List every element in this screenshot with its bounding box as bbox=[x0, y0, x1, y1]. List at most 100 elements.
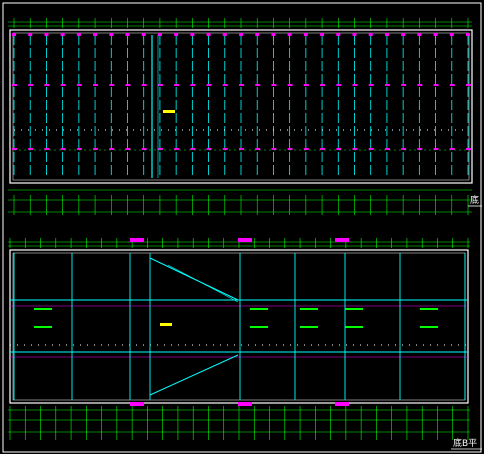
lower-tag-bottom bbox=[130, 402, 144, 406]
upper-column-tag-top bbox=[28, 33, 33, 36]
upper-column-tag-low bbox=[222, 148, 228, 150]
upper-column-tag-low bbox=[336, 148, 342, 150]
upper-column-tag-top bbox=[239, 33, 243, 36]
upper-column-tag-top bbox=[76, 33, 81, 36]
upper-column-tag-top bbox=[320, 33, 325, 36]
upper-column-tag-mid bbox=[255, 84, 261, 86]
upper-plan-title: 底 bbox=[470, 194, 479, 206]
upper-column-tag-top bbox=[368, 33, 373, 36]
upper-column-tag-mid bbox=[320, 84, 326, 86]
upper-column-tag-mid bbox=[28, 84, 34, 86]
upper-column-tag-top bbox=[174, 33, 179, 36]
drawing-background bbox=[0, 0, 484, 454]
upper-column-tag-mid bbox=[174, 84, 180, 86]
upper-column-tag-low bbox=[449, 148, 455, 150]
upper-column-tag-low bbox=[44, 148, 50, 150]
upper-column-tag-top bbox=[271, 33, 276, 36]
lower-label-mark bbox=[420, 308, 438, 310]
upper-column-tag-mid bbox=[93, 84, 99, 86]
upper-column-tag-top bbox=[352, 33, 357, 36]
upper-column-tag-mid bbox=[303, 84, 309, 86]
lower-label-mark bbox=[345, 308, 363, 310]
upper-column-tag-low bbox=[466, 148, 471, 150]
upper-column-tag-low bbox=[320, 148, 326, 150]
lower-tag-bottom bbox=[238, 402, 252, 406]
lower-label-mark bbox=[345, 326, 363, 328]
upper-column-tag-low bbox=[352, 148, 358, 150]
upper-column-tag-top bbox=[287, 33, 292, 36]
upper-column-tag-low bbox=[255, 148, 261, 150]
upper-column-tag-mid bbox=[384, 84, 390, 86]
upper-column-tag-low bbox=[433, 148, 439, 150]
upper-column-tag-top bbox=[303, 33, 308, 36]
upper-column-tag-mid bbox=[222, 84, 228, 86]
upper-column-tag-top bbox=[12, 33, 16, 36]
upper-column-tag-mid bbox=[206, 84, 212, 86]
lower-label-mark bbox=[34, 308, 52, 310]
upper-column-tag-top bbox=[401, 33, 406, 36]
upper-column-tag-top bbox=[433, 33, 438, 36]
upper-column-tag-low bbox=[60, 148, 66, 150]
upper-column-tag-mid bbox=[417, 84, 423, 86]
upper-column-tag-top bbox=[222, 33, 227, 36]
upper-column-tag-mid bbox=[125, 84, 131, 86]
lower-label-mark bbox=[420, 326, 438, 328]
upper-column-tag-mid bbox=[60, 84, 66, 86]
upper-column-tag-low bbox=[157, 148, 163, 150]
upper-column-tag-low bbox=[206, 148, 212, 150]
upper-column-tag-top bbox=[141, 33, 146, 36]
lower-note-mark bbox=[160, 323, 172, 326]
upper-column-tag-low bbox=[28, 148, 34, 150]
upper-column-tag-mid bbox=[190, 84, 196, 86]
upper-column-tag-top bbox=[93, 33, 98, 36]
upper-column-tag-low bbox=[76, 148, 82, 150]
upper-column-tag-mid bbox=[271, 84, 277, 86]
upper-column-tag-mid bbox=[449, 84, 455, 86]
upper-column-tag-top bbox=[157, 33, 162, 36]
upper-column-tag-low bbox=[141, 148, 147, 150]
upper-column-tag-top bbox=[109, 33, 114, 36]
lower-label-mark bbox=[300, 308, 318, 310]
lower-tag-top bbox=[130, 238, 144, 242]
upper-column-tag-mid bbox=[401, 84, 407, 86]
upper-column-tag-top bbox=[125, 33, 130, 36]
upper-column-tag-mid bbox=[109, 84, 115, 86]
upper-column-tag-low bbox=[109, 148, 115, 150]
upper-column-tag-low bbox=[287, 148, 293, 150]
upper-column-tag-mid bbox=[336, 84, 342, 86]
upper-column-tag-mid bbox=[239, 84, 244, 86]
upper-column-tag-low bbox=[190, 148, 196, 150]
upper-column-tag-top bbox=[417, 33, 422, 36]
upper-column-tag-top bbox=[190, 33, 195, 36]
upper-column-tag-mid bbox=[157, 84, 163, 86]
upper-column-tag-low bbox=[125, 148, 131, 150]
upper-column-tag-low bbox=[174, 148, 180, 150]
upper-column-tag-top bbox=[255, 33, 260, 36]
upper-column-tag-mid bbox=[368, 84, 374, 86]
upper-column-tag-top bbox=[60, 33, 65, 36]
upper-column-tag-low bbox=[303, 148, 309, 150]
upper-column-tag-mid bbox=[287, 84, 293, 86]
lower-tag-top bbox=[238, 238, 252, 242]
upper-column-tag-top bbox=[466, 33, 470, 36]
lower-tag-top bbox=[335, 238, 349, 242]
upper-column-tag-top bbox=[384, 33, 389, 36]
upper-column-tag-low bbox=[93, 148, 99, 150]
lower-label-mark bbox=[300, 326, 318, 328]
upper-column-tag-low bbox=[401, 148, 407, 150]
upper-column-tag-mid bbox=[466, 84, 471, 86]
upper-column-tag-top bbox=[449, 33, 454, 36]
lower-plan-title: 底B平 bbox=[453, 437, 477, 449]
upper-column-tag-low bbox=[384, 148, 390, 150]
upper-column-tag-low bbox=[239, 148, 244, 150]
lower-tag-bottom bbox=[335, 402, 349, 406]
upper-column-tag-mid bbox=[141, 84, 147, 86]
upper-column-tag-low bbox=[417, 148, 423, 150]
upper-column-tag-mid bbox=[76, 84, 82, 86]
upper-column-tag-top bbox=[206, 33, 211, 36]
lower-label-mark bbox=[250, 308, 268, 310]
upper-column-tag-top bbox=[336, 33, 341, 36]
upper-note-mark bbox=[163, 110, 175, 113]
upper-column-tag-mid bbox=[44, 84, 50, 86]
lower-label-mark bbox=[250, 326, 268, 328]
